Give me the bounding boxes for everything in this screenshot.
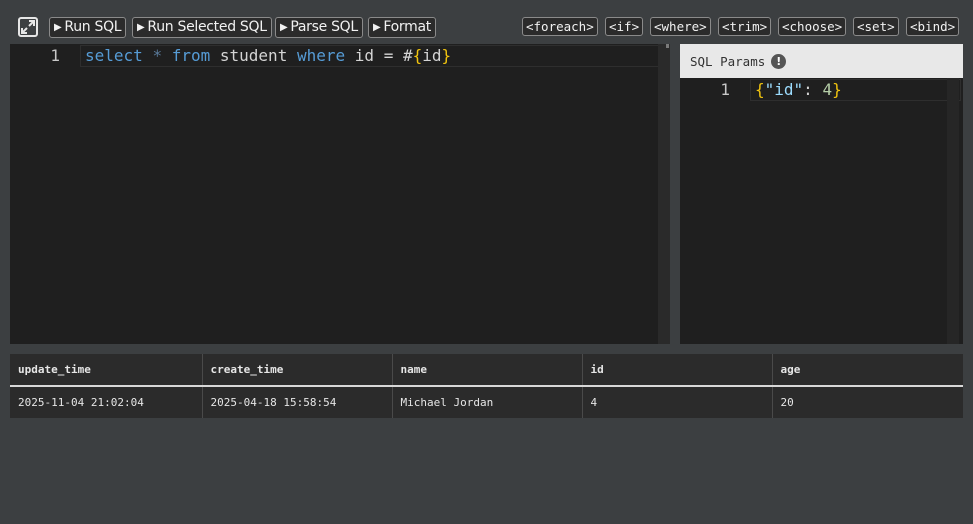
tag-if-button[interactable]: <if> (605, 17, 644, 36)
toolbar: ▶ Run SQL ▶ Run Selected SQL ▶ Parse SQL… (0, 0, 973, 44)
tag-foreach-button[interactable]: <foreach> (522, 17, 598, 36)
play-icon: ▶ (137, 22, 145, 33)
column-header[interactable]: age (772, 354, 963, 387)
table-row[interactable]: 2025-11-04 21:02:04 2025-04-18 15:58:54 … (10, 386, 963, 418)
run-selected-sql-button[interactable]: ▶ Run Selected SQL (132, 17, 272, 38)
tag-bind-button[interactable]: <bind> (906, 17, 960, 36)
params-panel-header: SQL Params ! (680, 44, 963, 78)
column-header[interactable]: id (582, 354, 773, 387)
run-sql-button[interactable]: ▶ Run SQL (49, 17, 127, 38)
table-cell: Michael Jordan (392, 386, 583, 418)
params-editor-scrollbar[interactable] (947, 78, 959, 344)
play-icon: ▶ (373, 22, 381, 33)
table-cell: 2025-11-04 21:02:04 (10, 386, 203, 418)
scrollbar-thumb[interactable] (666, 44, 669, 48)
results-table: update_time create_time name id age 2025… (10, 354, 963, 418)
params-panel-title: SQL Params (690, 53, 766, 69)
table-cell: 4 (582, 386, 773, 418)
table-cell: 20 (780, 396, 794, 409)
info-icon[interactable]: ! (771, 53, 787, 69)
play-icon: ▶ (280, 22, 288, 33)
play-icon: ▶ (54, 22, 62, 33)
params-editor[interactable]: 1 {"id": 4} (680, 78, 963, 344)
column-header[interactable]: create_time (202, 354, 393, 387)
sql-code-line[interactable]: select * from student where id = #{id} (85, 45, 451, 67)
line-number: 1 (720, 80, 730, 99)
tag-trim-button[interactable]: <trim> (718, 17, 772, 36)
expand-icon[interactable] (18, 17, 38, 37)
tag-choose-button[interactable]: <choose> (778, 17, 847, 36)
format-button[interactable]: ▶ Format (368, 17, 436, 38)
tag-where-button[interactable]: <where> (650, 17, 711, 36)
table-cell: 2025-04-18 15:58:54 (202, 386, 393, 418)
column-header[interactable]: name (392, 354, 583, 387)
sql-editor-scrollbar[interactable] (658, 44, 670, 344)
line-number: 1 (50, 46, 60, 65)
sql-editor[interactable]: 1 select * from student where id = #{id} (10, 44, 670, 344)
params-code-line[interactable]: {"id": 4} (755, 79, 842, 101)
tag-set-button[interactable]: <set> (853, 17, 899, 36)
parse-sql-button[interactable]: ▶ Parse SQL (275, 17, 363, 38)
column-header[interactable]: update_time (10, 354, 203, 387)
table-header-row: update_time create_time name id age (10, 354, 963, 387)
